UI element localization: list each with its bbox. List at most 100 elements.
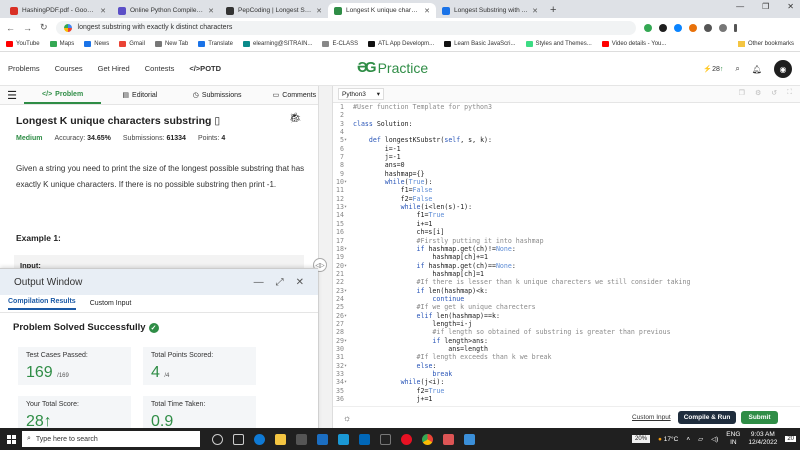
document-icon: ▤ [122,92,130,99]
browser-tab[interactable]: Online Python Compiler - (✕ [112,3,220,18]
bookmark-item[interactable]: New Tab [154,41,188,47]
compile-run-button[interactable]: Compile & Run [678,411,736,424]
close-tab-icon[interactable]: ✕ [100,7,106,15]
bookmark-item[interactable]: YouTube [6,41,40,47]
language-select[interactable]: Python3 ▾ [338,88,384,100]
language-indicator[interactable]: ENG IN [726,431,740,447]
tab-editorial[interactable]: ▤ Editorial [101,86,178,104]
code-editor[interactable]: 1 #User function Template for python3 2 3 cl… [333,103,800,406]
bookmark-item[interactable]: Learn Basic JavaScri... [444,41,516,47]
tray-arrow-icon[interactable]: ˄ [686,436,690,443]
expand-output-icon[interactable]: ⤢ [276,277,284,288]
bookmark-item[interactable]: elearning@SITRAIN... [242,41,312,47]
opera-icon[interactable] [401,433,412,445]
menu-kebab-icon[interactable] [733,23,737,32]
search-icon[interactable]: ⌕ [735,64,739,74]
close-output-icon[interactable]: ✕ [296,277,304,288]
hamburger-icon[interactable]: ☰ [0,89,24,102]
app-icon[interactable] [380,433,391,445]
bookmark-icon[interactable]: ▯ [214,115,220,127]
volume-icon[interactable]: ◁) [711,435,718,443]
profile-icon[interactable] [718,23,727,32]
other-bookmarks[interactable]: Other bookmarks [737,41,794,47]
cortana-icon[interactable] [212,433,223,445]
back-icon[interactable]: ← [6,23,15,33]
nav-courses[interactable]: Courses [55,64,83,73]
app-icon[interactable] [359,433,370,445]
app-icon[interactable] [464,433,475,445]
close-tab-icon[interactable]: ✕ [208,7,214,15]
close-tab-icon[interactable]: ✕ [532,7,538,15]
output-window: Output Window — ⤢ ✕ Compilation Results … [0,268,318,450]
bookmark-item[interactable]: Styles and Themes... [525,41,592,47]
history-icon: ◷ [192,92,199,99]
bookmark-item[interactable]: Translate [198,41,233,47]
browser-tab[interactable]: Longest K unique characte ✕ [328,3,436,18]
bookmark-item[interactable]: E-CLASS [322,41,358,47]
network-icon[interactable]: ▱ [698,435,703,443]
code-line: 13 ▾ while(i<len(s)-1): [333,203,800,211]
maximize-icon[interactable]: ❐ [762,2,769,11]
avatar[interactable]: ◉ [774,60,792,78]
extension-icon[interactable] [673,23,682,32]
nav-problems[interactable]: Problems [8,64,40,73]
bookmark-item[interactable]: News [84,41,109,47]
minimize-icon[interactable]: — [736,2,744,11]
edge-icon[interactable] [254,433,265,445]
fullscreen-icon[interactable]: ⛶ [787,89,792,97]
submit-button[interactable]: Submit [741,411,778,424]
close-tab-icon[interactable]: ✕ [316,7,322,15]
streak-badge[interactable]: ⚡28↑ [703,65,723,73]
tab-custom-input[interactable]: Custom Input [90,300,132,307]
problem-description: Given a string you need to print the siz… [16,164,305,189]
reload-icon[interactable]: ↻ [40,22,48,33]
bug-report-icon[interactable]: 🐞︎ [289,113,302,124]
clock[interactable]: 9:03 AM 12/4/2022 [748,431,777,447]
close-tab-icon[interactable]: ✕ [424,7,430,15]
address-bar[interactable]: longest substring with exactly k distinc… [55,20,636,35]
reset-icon[interactable]: ↺ [771,89,777,97]
forward-icon[interactable]: → [23,23,32,33]
bookmark-icon [6,41,13,47]
extension-icon[interactable] [643,23,652,32]
new-tab-button[interactable]: + [544,3,562,18]
line-number: 10 [336,178,344,187]
battery-indicator[interactable]: 20% [632,435,651,443]
site-logo[interactable]: ƏG Practice [357,59,428,76]
browser-tab[interactable]: PepCoding | Longest Substri ✕ [220,3,328,18]
bookmark-item[interactable]: Gmail [119,41,145,47]
nav-potd[interactable]: </>POTD [189,64,221,73]
notification-badge[interactable]: 20 [785,436,796,442]
tab-compilation-results[interactable]: Compilation Results [8,298,76,310]
task-view-icon[interactable] [233,433,244,445]
theme-toggle-icon[interactable]: ☼ [343,413,351,423]
weather-widget[interactable]: ● 17°C [658,436,678,443]
app-icon[interactable] [338,433,349,445]
bookmark-item[interactable]: Maps [49,41,74,47]
app-icon[interactable] [443,433,454,445]
bookmark-item[interactable]: Video details - You... [601,41,666,47]
nav-get-hired[interactable]: Get Hired [98,64,130,73]
copy-icon[interactable]: ❐ [739,89,745,97]
puzzle-icon[interactable] [703,23,712,32]
custom-input-link[interactable]: Custom Input [632,414,671,421]
extension-icon[interactable] [688,23,697,32]
browser-tab[interactable]: Longest Substring with At l ✕ [436,3,544,18]
chrome-icon[interactable] [422,433,433,445]
settings-icon[interactable]: ⚙ [755,89,761,97]
extension-icon[interactable] [658,23,667,32]
start-button[interactable] [0,434,22,444]
close-window-icon[interactable]: ✕ [787,2,794,11]
file-explorer-icon[interactable] [275,433,286,445]
minimize-output-icon[interactable]: — [254,277,264,288]
bookmark-item[interactable]: ATL App Developm... [368,41,434,47]
browser-tab[interactable]: HashingPDF.pdf - Google D ✕ [4,3,112,18]
taskbar-search[interactable]: ⌕ Type here to search [22,431,200,447]
tab-submissions[interactable]: ◷ Submissions [179,86,256,104]
store-icon[interactable] [296,433,307,445]
nav-contests[interactable]: Contests [145,64,175,73]
tab-problem[interactable]: </> Problem [24,86,102,104]
line-number: 19 [336,253,344,262]
bell-icon[interactable]: 🔔︎ [752,65,762,74]
mail-icon[interactable] [317,433,328,445]
